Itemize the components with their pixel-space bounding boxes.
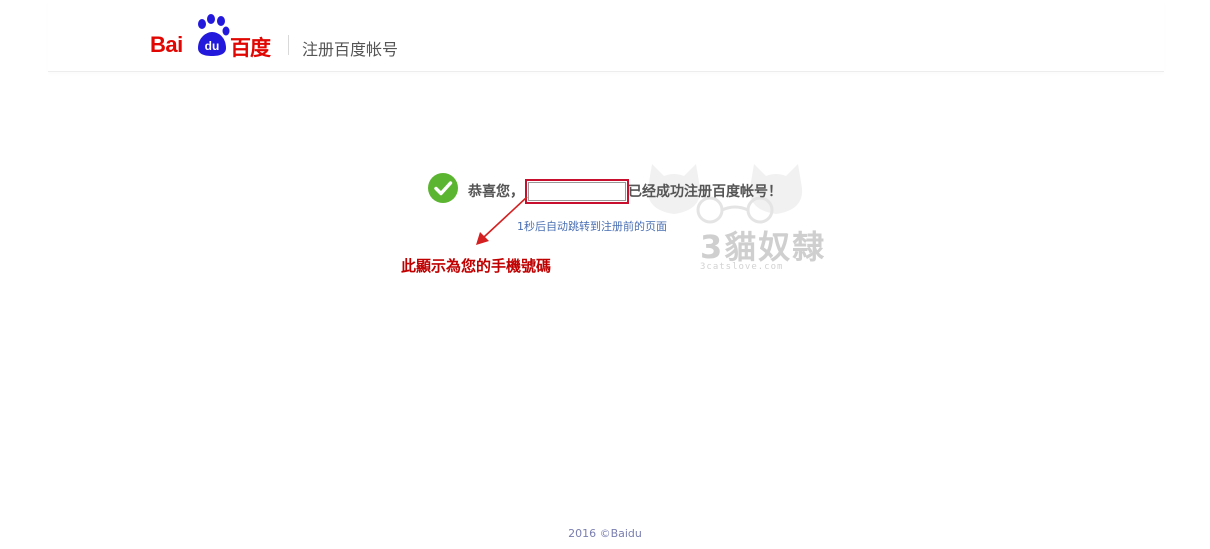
annotation-arrow-icon (476, 196, 528, 245)
baidu-logo[interactable]: Bai du 百度 (150, 14, 276, 60)
footer-copyright: 2016 ©Baidu (568, 527, 642, 540)
page: Bai du 百度 注册百度帐号 3貓奴隸 3catslove.com 恭喜您，… (0, 0, 1210, 549)
page-title: 注册百度帐号 (302, 40, 399, 59)
header: Bai du 百度 注册百度帐号 (48, 0, 1164, 72)
watermark-url: 3catslove.com (700, 262, 784, 272)
paw-icon: du (198, 14, 230, 56)
logo-du: du (205, 39, 220, 53)
success-text: 已经成功注册百度帐号！ (628, 184, 782, 200)
header-divider (288, 35, 289, 55)
logo-latin: Bai (150, 32, 183, 57)
annotation-text: 此顯示為您的手機號碼 (401, 257, 552, 275)
success-check-icon (428, 173, 458, 203)
registered-account-field (525, 178, 629, 204)
logo-cn: 百度 (230, 36, 271, 60)
